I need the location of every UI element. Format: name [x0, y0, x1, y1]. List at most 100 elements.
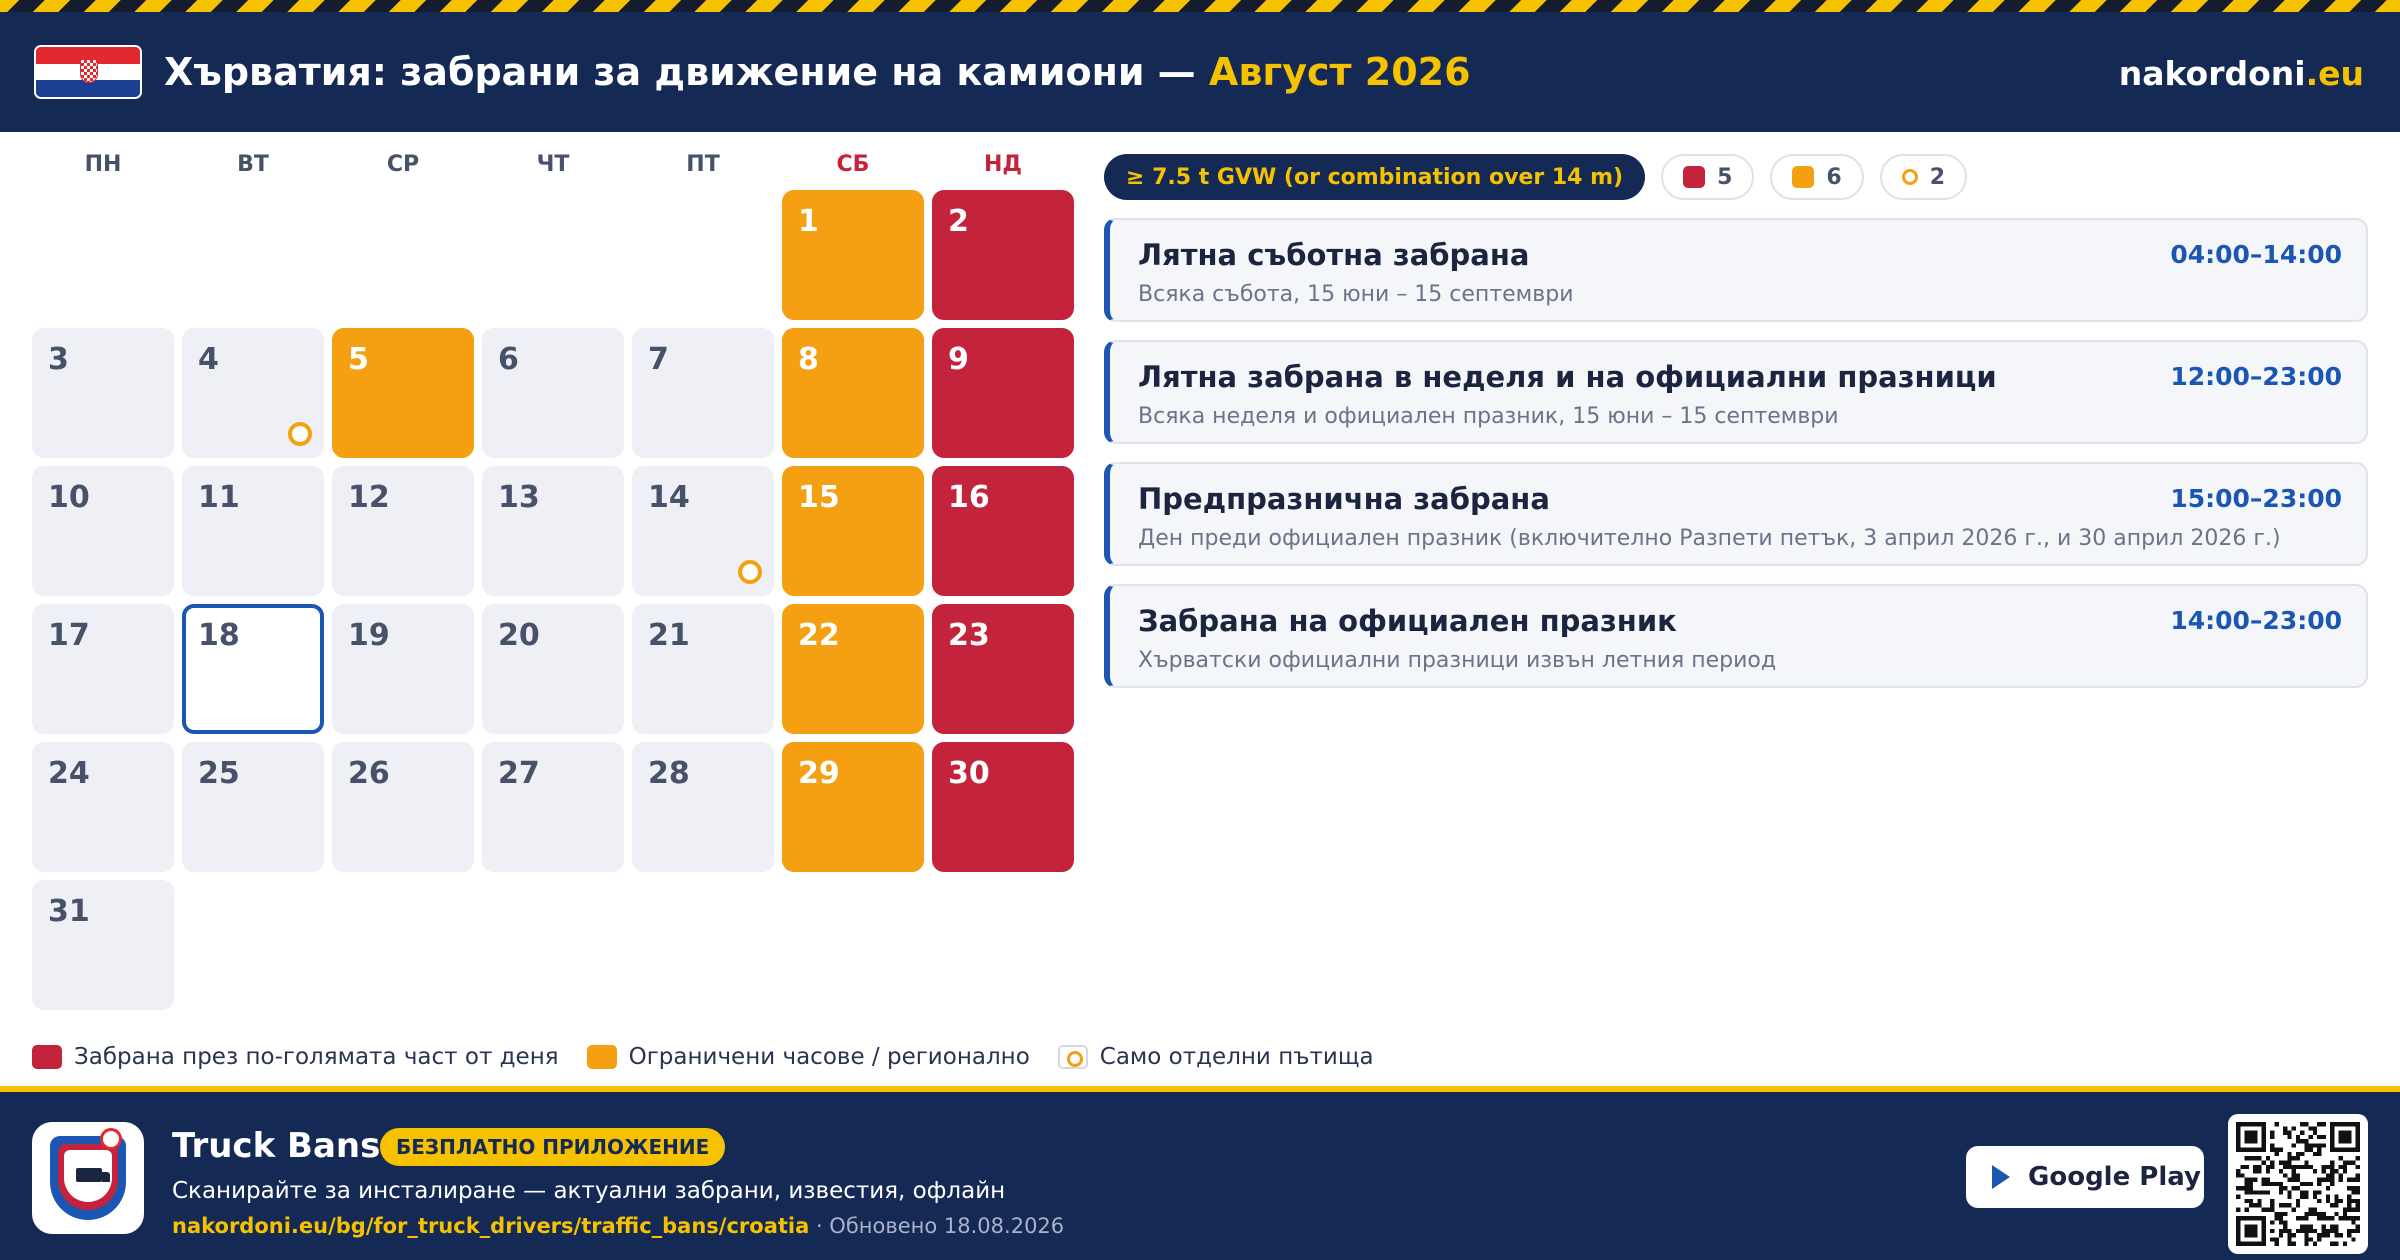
calendar-day[interactable]: 25 [182, 742, 324, 872]
ring-count-chip[interactable]: 2 [1879, 154, 1968, 200]
qr-code-icon[interactable] [2228, 1114, 2368, 1254]
calendar-day-number: 25 [198, 756, 240, 791]
vehicle-class-chip[interactable]: ≥ 7.5 t GVW (or combination over 14 m) [1104, 154, 1646, 200]
calendar-day-number: 9 [948, 342, 969, 377]
rule-hours: 04:00–14:00 [2170, 240, 2342, 269]
google-play-button[interactable]: Google Play [1966, 1146, 2204, 1208]
calendar-day[interactable]: 17 [32, 604, 174, 734]
legend-item-roads: Само отделни пътища [1057, 1044, 1374, 1070]
app-tagline: Сканирайте за инсталиране — актуални заб… [172, 1178, 1006, 1204]
page-title-main: Хърватия: забрани за движение на камиони… [164, 50, 1196, 94]
legend-label: Ограничени часове / регионално [628, 1044, 1030, 1070]
brand-logo[interactable]: nakordoni.eu [2119, 52, 2364, 96]
calendar-day[interactable]: 10 [32, 466, 174, 596]
orange-dot-icon [1792, 166, 1815, 188]
calendar-day[interactable]: 3 [32, 328, 174, 458]
calendar-day[interactable]: 12 [332, 466, 474, 596]
calendar-day[interactable]: 24 [32, 742, 174, 872]
rule-card[interactable]: Забрана на официален празник Хърватски о… [1104, 584, 2368, 688]
source-line: nakordoni.eu/bg/for_truck_drivers/traffi… [172, 1214, 1064, 1238]
calendar-day-number: 16 [948, 480, 990, 515]
weekday-header: НД [983, 152, 1022, 177]
calendar-day[interactable]: 19 [332, 604, 474, 734]
calendar-day[interactable]: 11 [182, 466, 324, 596]
calendar-day[interactable]: 23 [932, 604, 1074, 734]
ring-dot-icon [1901, 169, 1918, 185]
red-dot-icon [1683, 166, 1706, 188]
calendar-day[interactable]: 27 [482, 742, 624, 872]
calendar-day-number: 26 [348, 756, 390, 791]
source-link[interactable]: nakordoni.eu/bg/for_truck_drivers/traffi… [172, 1214, 809, 1238]
calendar-day[interactable]: 31 [32, 880, 174, 1010]
rule-subtitle: Ден преди официален празник (включително… [1138, 526, 2281, 551]
play-store-icon [1992, 1165, 2010, 1189]
calendar-day[interactable]: 9 [932, 328, 1074, 458]
page-title-month: Август 2026 [1208, 50, 1471, 94]
legend-item-limited: Ограничени часове / регионално [586, 1044, 1030, 1070]
brand-tld: .eu [2305, 54, 2364, 93]
calendar-day[interactable]: 6 [482, 328, 624, 458]
rule-subtitle: Всяка събота, 15 юни – 15 септември [1138, 282, 1574, 307]
calendar-day[interactable]: 22 [782, 604, 924, 734]
calendar-day[interactable]: 13 [482, 466, 624, 596]
calendar-day[interactable]: 4 [182, 328, 324, 458]
orange-count-chip[interactable]: 6 [1770, 154, 1864, 200]
calendar-day-number: 31 [48, 894, 90, 929]
page-header: Хърватия: забрани за движение на камиони… [0, 12, 2400, 132]
red-count-chip[interactable]: 5 [1661, 154, 1755, 200]
rule-subtitle: Хърватски официални празници извън летни… [1138, 648, 1777, 673]
rule-card[interactable]: Предпразнична забрана Ден преди официале… [1104, 462, 2368, 566]
truck-bans-app-icon[interactable] [32, 1122, 144, 1234]
ring-count: 2 [1929, 164, 1946, 190]
calendar-day-number: 1 [798, 204, 819, 239]
calendar-day[interactable]: 30 [932, 742, 1074, 872]
weekday-header: ПТ [686, 152, 720, 177]
legend-item-full-day: Забрана през по-голямата част от деня [32, 1044, 559, 1070]
brand-main: nakordoni [2118, 54, 2306, 93]
calendar-day[interactable]: 1 [782, 190, 924, 320]
weekday-header: ЧТ [536, 152, 570, 177]
calendar-day[interactable]: 26 [332, 742, 474, 872]
rule-card[interactable]: Лятна съботна забрана Всяка събота, 15 ю… [1104, 218, 2368, 322]
legend-label: Забрана през по-голямата част от деня [74, 1044, 559, 1070]
rule-card[interactable]: Лятна забрана в неделя и на официални пр… [1104, 340, 2368, 444]
road-only-ring-icon [288, 422, 312, 446]
calendar-day-number: 12 [348, 480, 390, 515]
calendar-day[interactable]: 18 [182, 604, 324, 734]
calendar-day[interactable]: 20 [482, 604, 624, 734]
calendar-day-number: 10 [48, 480, 90, 515]
calendar-day-number: 24 [48, 756, 90, 791]
rule-hours: 12:00–23:00 [2170, 362, 2342, 391]
calendar-day[interactable]: 29 [782, 742, 924, 872]
google-play-label: Google Play [2028, 1162, 2201, 1192]
calendar-day-number: 22 [798, 618, 840, 653]
croatia-flag-icon [34, 45, 142, 99]
calendar-day-number: 3 [48, 342, 69, 377]
orange-count: 6 [1826, 164, 1842, 190]
calendar-day[interactable]: 14 [632, 466, 774, 596]
free-app-badge: БЕЗПЛАТНО ПРИЛОЖЕНИЕ [380, 1128, 726, 1166]
rule-title: Забрана на официален празник [1138, 604, 1677, 638]
calendar-day-number: 30 [948, 756, 990, 791]
calendar-day-number: 29 [798, 756, 840, 791]
calendar-day[interactable]: 5 [332, 328, 474, 458]
rule-hours: 15:00–23:00 [2170, 484, 2342, 513]
calendar-day[interactable]: 8 [782, 328, 924, 458]
calendar-day-number: 27 [498, 756, 540, 791]
calendar-day[interactable]: 16 [932, 466, 1074, 596]
calendar-day-number: 21 [648, 618, 690, 653]
weekday-header: ПН [84, 152, 122, 177]
calendar-day-number: 28 [648, 756, 690, 791]
road-only-ring-icon [738, 560, 762, 584]
app-promo-footer: Truck Bans БЕЗПЛАТНО ПРИЛОЖЕНИЕ Сканирай… [0, 1086, 2400, 1260]
hazard-stripe [0, 0, 2400, 12]
calendar-day[interactable]: 21 [632, 604, 774, 734]
calendar-day[interactable]: 2 [932, 190, 1074, 320]
calendar-day[interactable]: 15 [782, 466, 924, 596]
calendar-day[interactable]: 7 [632, 328, 774, 458]
rule-title: Предпразнична забрана [1138, 482, 1550, 516]
calendar-day[interactable]: 28 [632, 742, 774, 872]
rule-subtitle: Всяка неделя и официален празник, 15 юни… [1138, 404, 1839, 429]
filter-chips: ≥ 7.5 t GVW (or combination over 14 m) 5… [1104, 154, 1968, 200]
calendar-day-number: 8 [798, 342, 819, 377]
